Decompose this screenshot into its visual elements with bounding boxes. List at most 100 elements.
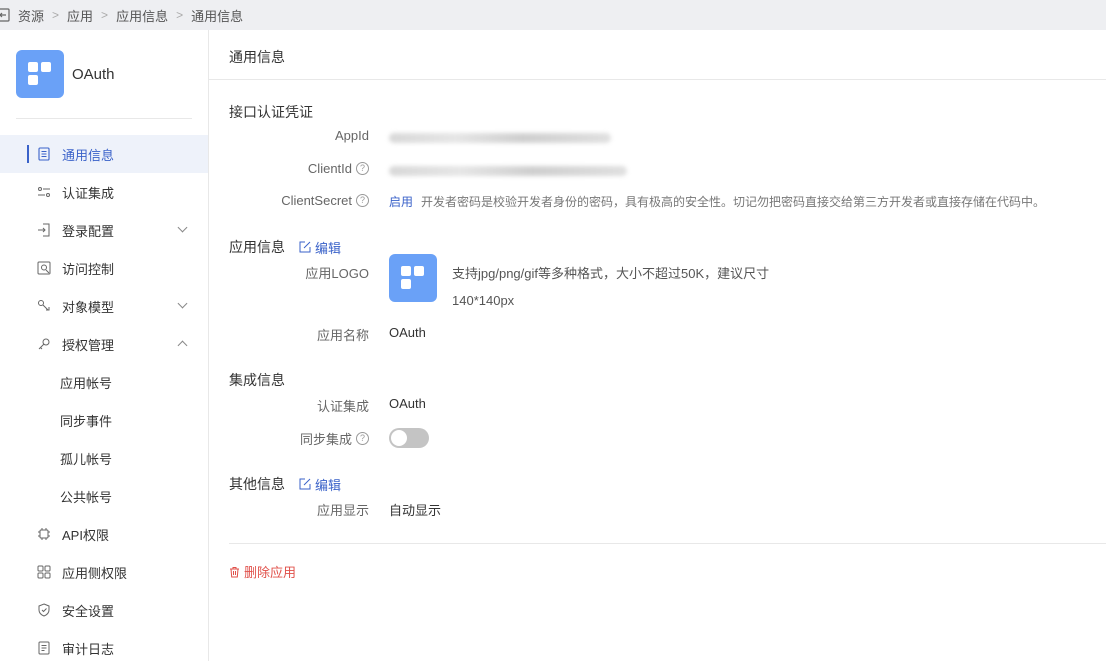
- sidebar-item-public-accounts[interactable]: 公共帐号: [0, 477, 208, 515]
- chevron-right-icon: >: [101, 8, 109, 22]
- edit-app-info-button[interactable]: 编辑: [299, 238, 341, 257]
- label-text: ClientSecret: [281, 193, 352, 208]
- help-icon[interactable]: ?: [356, 194, 369, 207]
- breadcrumb-item-apps[interactable]: 应用: [67, 6, 93, 25]
- help-icon[interactable]: ?: [356, 162, 369, 175]
- sidebar-item-label: 同步事件: [60, 413, 113, 429]
- chevron-up-icon[interactable]: [177, 340, 188, 351]
- sidebar-item-authorization[interactable]: 授权管理: [0, 325, 208, 363]
- app-display-value: 自动显示: [389, 503, 442, 518]
- client-secret-row: 启用 开发者密码是校验开发者身份的密码，具有极高的安全性。切记勿把密码直接交给第三…: [389, 193, 1045, 210]
- breadcrumb-item-resources[interactable]: 资源: [18, 6, 44, 25]
- sliders-icon: [38, 187, 50, 197]
- login-icon: [38, 223, 50, 237]
- model-icon: [38, 300, 50, 311]
- sidebar-item-label: 安全设置: [62, 603, 115, 619]
- shield-icon: [38, 603, 50, 617]
- toggle-knob: [391, 430, 407, 446]
- app-name: OAuth: [72, 65, 115, 83]
- sidebar-item-label: 访问控制: [62, 261, 115, 277]
- edit-icon: [299, 478, 311, 490]
- app-name-label: 应用名称: [317, 325, 369, 344]
- page-title: 通用信息: [229, 49, 285, 65]
- sidebar-menu: 通用信息 认证集成 登录配置 访问控制 对象模型 授权管理 应用帐号 同步事件 …: [0, 135, 208, 661]
- help-icon[interactable]: ?: [356, 432, 369, 445]
- sidebar-item-label: 孤儿帐号: [60, 451, 113, 467]
- app-header: OAuth: [16, 50, 115, 98]
- auth-integration-label: 认证集成: [317, 396, 369, 415]
- other-info-section-title: 其他信息 编辑: [229, 474, 341, 494]
- sidebar: OAuth 通用信息 认证集成 登录配置 访问控制 对象模型 授权管理 应用帐号…: [0, 30, 209, 661]
- sidebar-item-label: 对象模型: [62, 299, 115, 315]
- app-info-section-title: 应用信息 编辑: [229, 237, 341, 257]
- app-display-label: 应用显示: [317, 500, 369, 519]
- delete-app-button[interactable]: 删除应用: [229, 562, 296, 581]
- delete-label: 删除应用: [244, 565, 297, 580]
- edit-label: 编辑: [315, 240, 342, 256]
- document-icon: [38, 147, 50, 161]
- sidebar-item-general[interactable]: 通用信息: [0, 135, 208, 173]
- sync-integration-toggle[interactable]: [389, 428, 429, 448]
- label-text: AppId: [335, 128, 369, 143]
- breadcrumb: 资源 > 应用 > 应用信息 > 通用信息: [0, 0, 1106, 30]
- enable-secret-link[interactable]: 启用: [389, 195, 413, 209]
- client-secret-label: ClientSecret ?: [281, 193, 369, 208]
- label-text: 应用名称: [316, 328, 369, 343]
- sidebar-item-orphan-accounts[interactable]: 孤儿帐号: [0, 439, 208, 477]
- secret-hint: 开发者密码是校验开发者身份的密码，具有极高的安全性。切记勿把密码直接交给第三方开…: [421, 195, 1046, 209]
- edit-other-info-button[interactable]: 编辑: [299, 475, 341, 494]
- app-logo-label: 应用LOGO: [305, 263, 369, 282]
- divider: [229, 543, 1106, 544]
- sidebar-item-label: 通用信息: [62, 147, 115, 163]
- sidebar-item-label: 登录配置: [62, 223, 115, 239]
- sidebar-item-sync-events[interactable]: 同步事件: [0, 401, 208, 439]
- sidebar-item-app-side-permissions[interactable]: 应用侧权限: [0, 553, 208, 591]
- log-icon: [38, 641, 50, 655]
- label-text: 同步集成: [299, 432, 352, 447]
- app-logo-preview[interactable]: [389, 254, 437, 302]
- blurred-value: [389, 166, 627, 176]
- appid-label: AppId: [335, 128, 369, 143]
- label-text: ClientId: [307, 161, 352, 176]
- sidebar-item-access-control[interactable]: 访问控制: [0, 249, 208, 287]
- sidebar-item-label: API权限: [62, 527, 109, 543]
- key-icon: [38, 338, 50, 350]
- breadcrumb-item-general: 通用信息: [191, 8, 244, 24]
- chevron-down-icon[interactable]: [177, 222, 188, 233]
- main-content: 通用信息 接口认证凭证 AppId ClientId ? ClientSecre…: [209, 30, 1106, 661]
- section-title-text: 其他信息: [229, 476, 285, 492]
- chevron-down-icon[interactable]: [177, 298, 188, 309]
- sidebar-item-label: 授权管理: [62, 337, 115, 353]
- sidebar-item-audit-log[interactable]: 审计日志: [0, 629, 208, 661]
- edit-label: 编辑: [315, 477, 342, 493]
- integration-section-title: 集成信息: [229, 370, 285, 390]
- label-text: 应用LOGO: [305, 266, 369, 281]
- app-name-value: OAuth: [389, 325, 426, 340]
- sidebar-item-object-model[interactable]: 对象模型: [0, 287, 208, 325]
- chip-icon: [38, 528, 50, 540]
- sidebar-item-label: 应用帐号: [60, 375, 113, 391]
- credentials-section-title: 接口认证凭证: [229, 102, 313, 122]
- auth-integration-value: OAuth: [389, 396, 426, 411]
- section-title-text: 集成信息: [229, 372, 285, 388]
- app-logo: [16, 50, 64, 98]
- sidebar-item-app-accounts[interactable]: 应用帐号: [0, 363, 208, 401]
- grid-icon: [37, 565, 51, 579]
- sidebar-item-label: 应用侧权限: [62, 565, 128, 581]
- chevron-right-icon: >: [176, 8, 184, 22]
- clientid-label: ClientId ?: [308, 161, 369, 176]
- sidebar-item-api-permissions[interactable]: API权限: [0, 515, 208, 553]
- sidebar-item-auth-integration[interactable]: 认证集成: [0, 173, 208, 211]
- sidebar-item-security-settings[interactable]: 安全设置: [0, 591, 208, 629]
- back-icon[interactable]: [0, 8, 10, 22]
- clientid-value[interactable]: [389, 164, 627, 179]
- breadcrumb-item-app-info[interactable]: 应用信息: [116, 6, 168, 25]
- section-title-text: 应用信息: [229, 239, 285, 255]
- access-icon: [37, 261, 51, 275]
- appid-value[interactable]: [389, 131, 611, 146]
- section-title-text: 接口认证凭证: [229, 104, 313, 120]
- blurred-value: [389, 133, 611, 143]
- sidebar-item-login-config[interactable]: 登录配置: [0, 211, 208, 249]
- edit-icon: [299, 241, 311, 253]
- label-text: 认证集成: [316, 399, 369, 414]
